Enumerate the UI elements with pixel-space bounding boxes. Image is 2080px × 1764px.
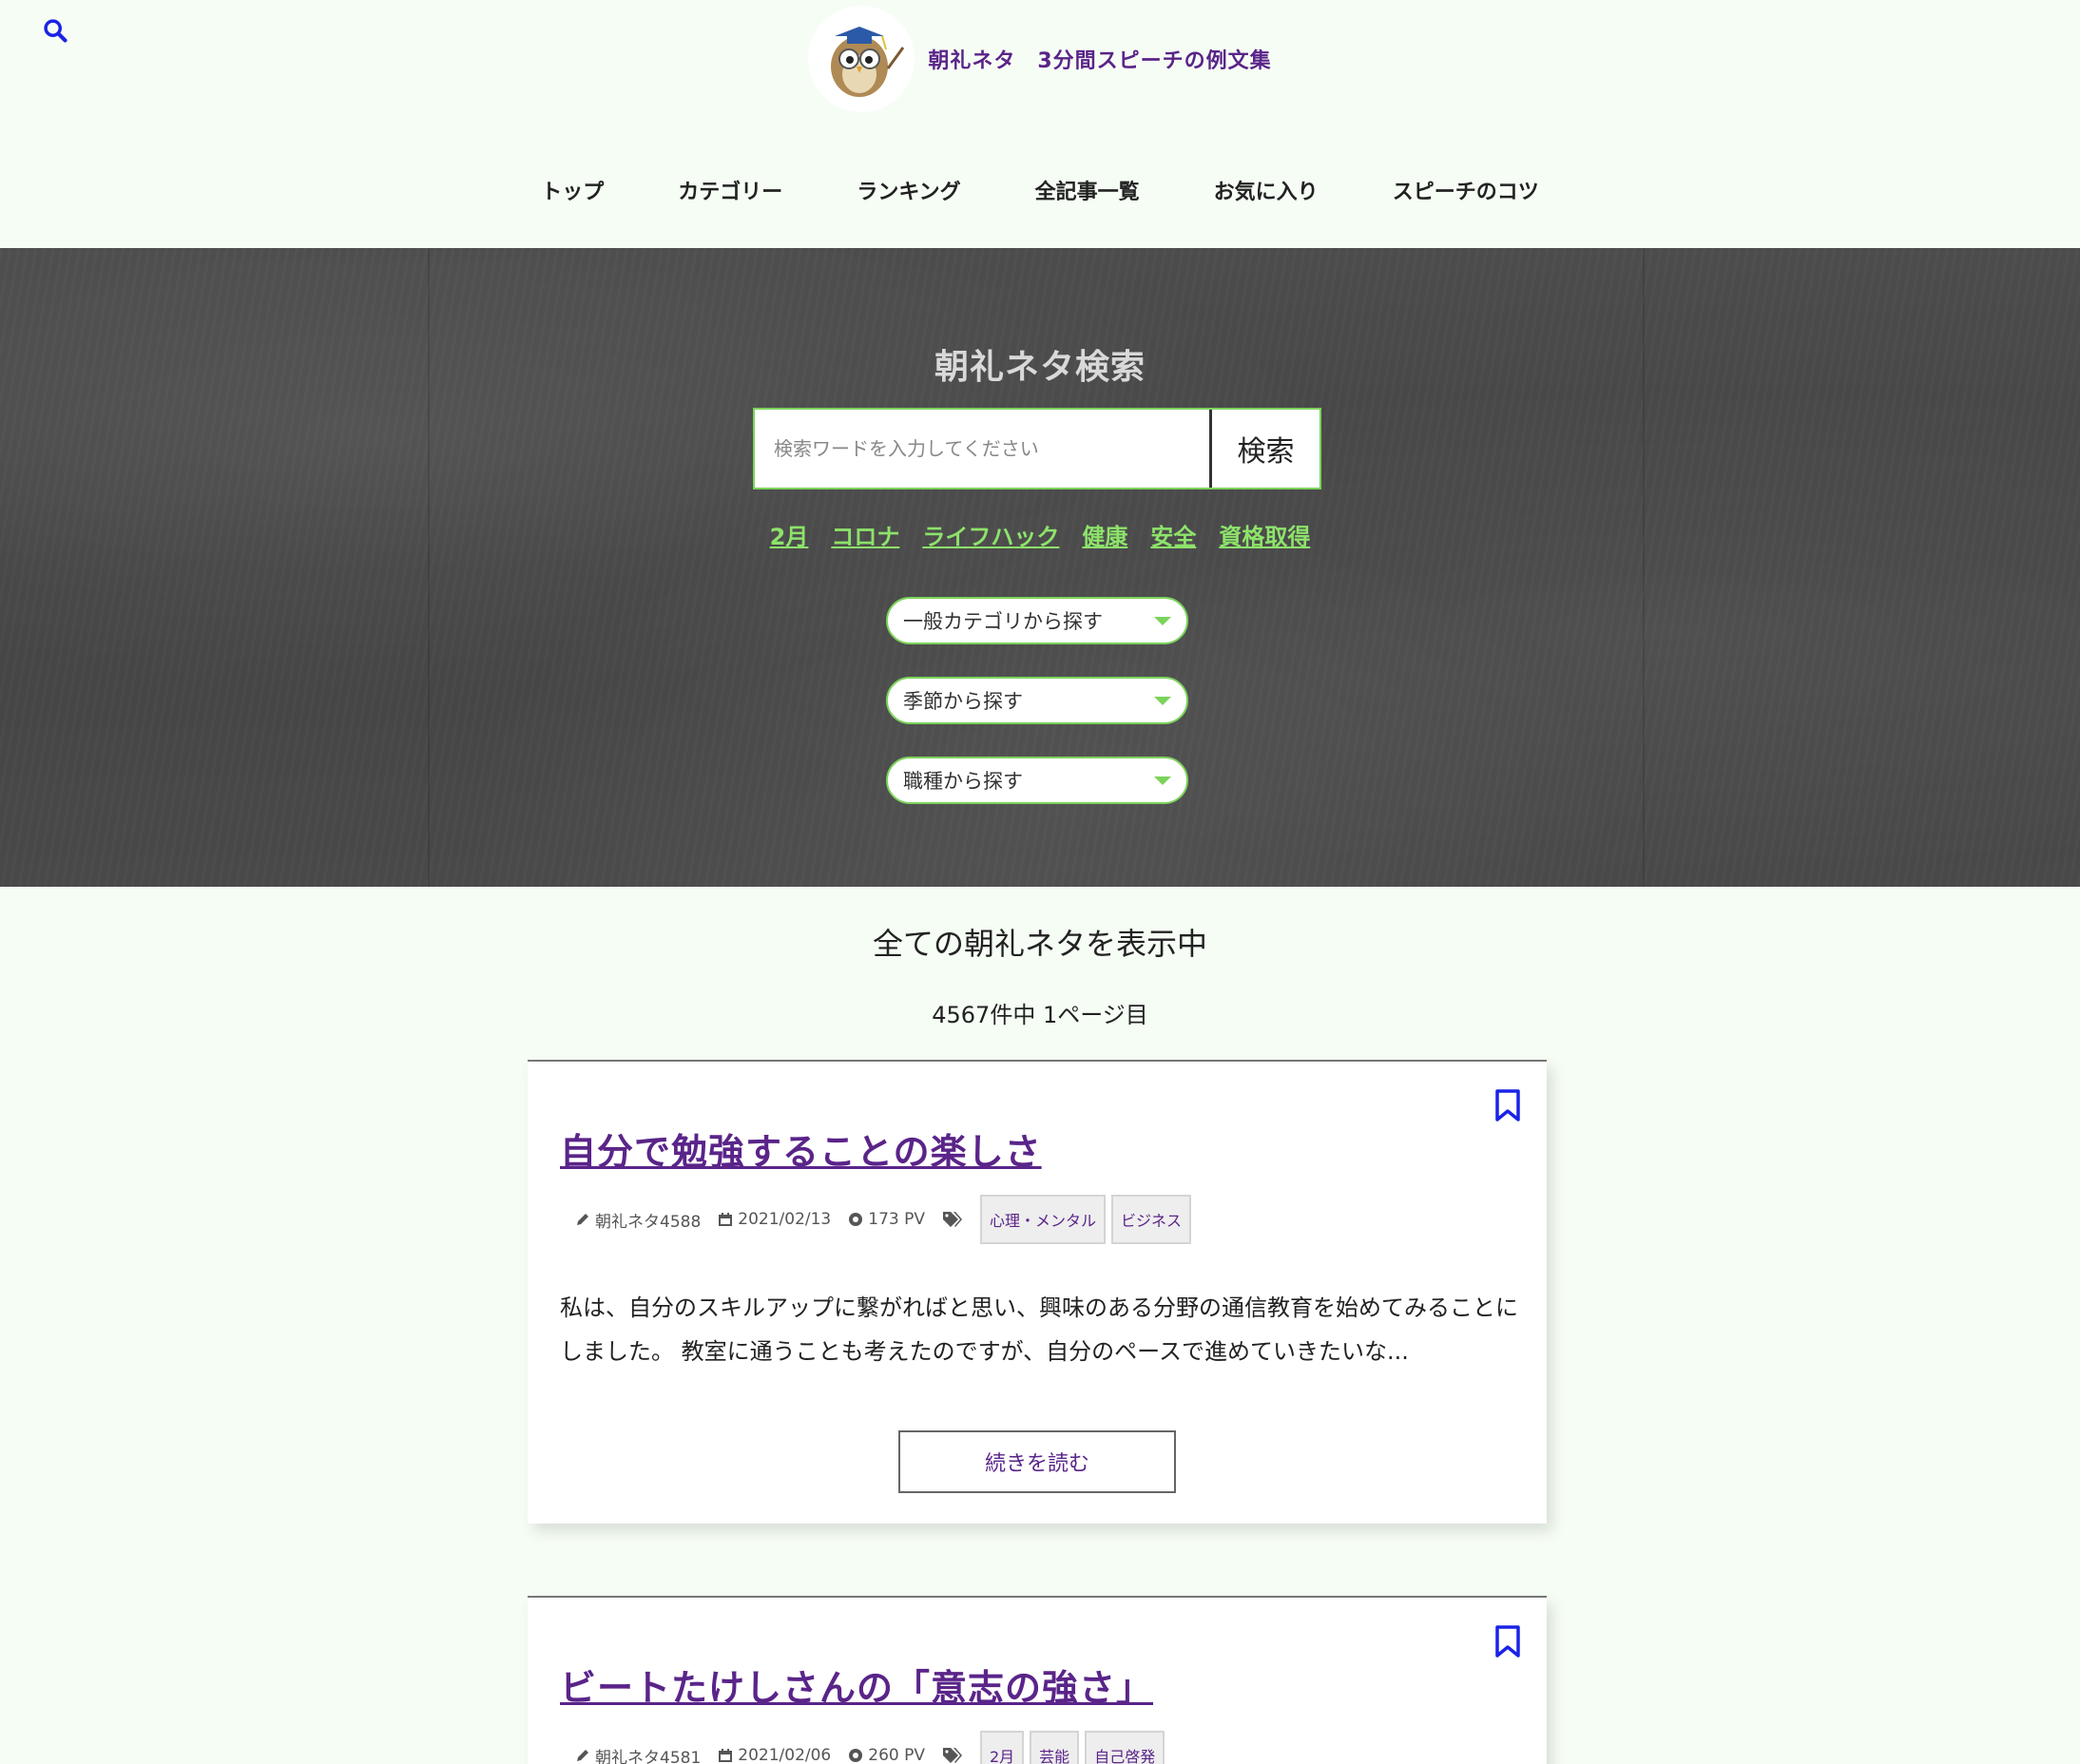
post-tags: 心理・メンタル ビジネス [979, 1195, 1192, 1244]
nav-item-ranking[interactable]: ランキング [819, 169, 997, 211]
search-input[interactable] [755, 410, 1209, 488]
date-text: 2021/02/13 [738, 1210, 832, 1229]
post-author: 朝礼ネタ4588 [575, 1208, 701, 1232]
calendar-icon [719, 1213, 733, 1226]
hero-title: 朝礼ネタ検索 [934, 348, 1146, 387]
bookmark-icon [1495, 1625, 1520, 1658]
season-dropdown[interactable]: 季節から探す [886, 677, 1188, 724]
owl-mascot-icon [831, 27, 905, 97]
popular-tags: 2月 コロナ ライフハック 健康 安全 資格取得 [0, 518, 2080, 551]
result-count: 4567件中 1ページ目 [932, 1002, 1148, 1028]
bookmark-button[interactable] [1493, 1088, 1522, 1126]
views-text: 173 PV [868, 1210, 925, 1229]
nav-item-all-posts[interactable]: 全記事一覧 [998, 169, 1177, 211]
author-name: 朝礼ネタ4588 [595, 1212, 702, 1232]
search-button[interactable]: 検索 [1209, 410, 1319, 488]
chevron-down-icon [1154, 616, 1171, 625]
nav-item-favorites[interactable]: お気に入り [1177, 169, 1356, 211]
dropdown-label: 一般カテゴリから探す [903, 610, 1103, 633]
post-excerpt: 私は、自分のスキルアップに繋がればと思い、興味のある分野の通信教育を始めてみるこ… [560, 1294, 1518, 1365]
read-more-button[interactable]: 続きを読む [898, 1430, 1176, 1493]
post-views: 260 PV [848, 1746, 925, 1764]
tag-link[interactable]: 安全 [1150, 518, 1196, 551]
dropdown-label: 季節から探す [903, 690, 1023, 713]
views-text: 260 PV [868, 1746, 925, 1764]
listing-heading: 全ての朝礼ネタを表示中 [872, 926, 1207, 962]
tag-chip[interactable]: 芸能 [1030, 1731, 1080, 1764]
hero-search-section: 朝礼ネタ検索 検索 2月 コロナ ライフハック 健康 安全 資格取得 一般カテゴ… [0, 248, 2080, 887]
tag-chip[interactable]: ビジネス [1111, 1195, 1192, 1244]
post-date: 2021/02/13 [718, 1210, 831, 1229]
bookmark-icon [1495, 1089, 1520, 1122]
pencil-icon [577, 1750, 588, 1761]
pencil-icon [577, 1214, 588, 1225]
nav-item-top[interactable]: トップ [504, 169, 641, 211]
tags-icon [942, 1212, 962, 1227]
calendar-icon [719, 1749, 733, 1762]
views-icon [849, 1213, 863, 1226]
tag-link[interactable]: コロナ [831, 518, 899, 551]
post-title[interactable]: 自分で勉強することの楽しさ [560, 1122, 1042, 1175]
site-title[interactable]: 朝礼ネタ 3分間スピーチの例文集 [928, 44, 1271, 74]
tag-link[interactable]: 2月 [770, 518, 809, 551]
bookmark-button[interactable] [1493, 1624, 1522, 1662]
site-logo[interactable] [808, 6, 915, 112]
tags-icon [942, 1748, 962, 1763]
post-card: ビートたけしさんの「意志の強さ」 朝礼ネタ4581 2021/02/06 260… [528, 1596, 1547, 1764]
tag-chip[interactable]: 2月 [979, 1731, 1025, 1764]
dropdown-label: 職種から探す [903, 770, 1023, 793]
nav-item-category[interactable]: カテゴリー [641, 169, 819, 211]
tag-link[interactable]: ライフハック [922, 518, 1059, 551]
site-header: 朝礼ネタ 3分間スピーチの例文集 [0, 6, 2080, 112]
search-form: 検索 [753, 408, 1321, 489]
tag-chip[interactable]: 心理・メンタル [979, 1195, 1106, 1244]
post-meta: 朝礼ネタ4588 2021/02/13 173 PV 心理・メンタル ビジネス [575, 1195, 1192, 1244]
post-meta: 朝礼ネタ4581 2021/02/06 260 PV 2月 芸能 自己啓発 [575, 1731, 1165, 1764]
author-name: 朝礼ネタ4581 [595, 1748, 702, 1764]
post-card: 自分で勉強することの楽しさ 朝礼ネタ4588 2021/02/13 173 PV… [528, 1060, 1547, 1524]
chevron-down-icon [1154, 776, 1171, 785]
chevron-down-icon [1154, 696, 1171, 705]
post-title[interactable]: ビートたけしさんの「意志の強さ」 [560, 1659, 1153, 1711]
post-date: 2021/02/06 [718, 1746, 831, 1764]
views-icon [849, 1749, 863, 1762]
tag-link[interactable]: 健康 [1082, 518, 1127, 551]
job-type-dropdown[interactable]: 職種から探す [886, 757, 1188, 804]
tag-link[interactable]: 資格取得 [1219, 518, 1310, 551]
post-author: 朝礼ネタ4581 [575, 1744, 701, 1764]
nav-item-speech-tips[interactable]: スピーチのコツ [1356, 169, 1576, 211]
post-views: 173 PV [848, 1210, 925, 1229]
date-text: 2021/02/06 [738, 1746, 832, 1764]
global-nav: トップ カテゴリー ランキング 全記事一覧 お気に入り スピーチのコツ [0, 169, 2080, 211]
post-tags: 2月 芸能 自己啓発 [979, 1731, 1165, 1764]
general-category-dropdown[interactable]: 一般カテゴリから探す [886, 597, 1188, 644]
tag-chip[interactable]: 自己啓発 [1085, 1731, 1165, 1764]
